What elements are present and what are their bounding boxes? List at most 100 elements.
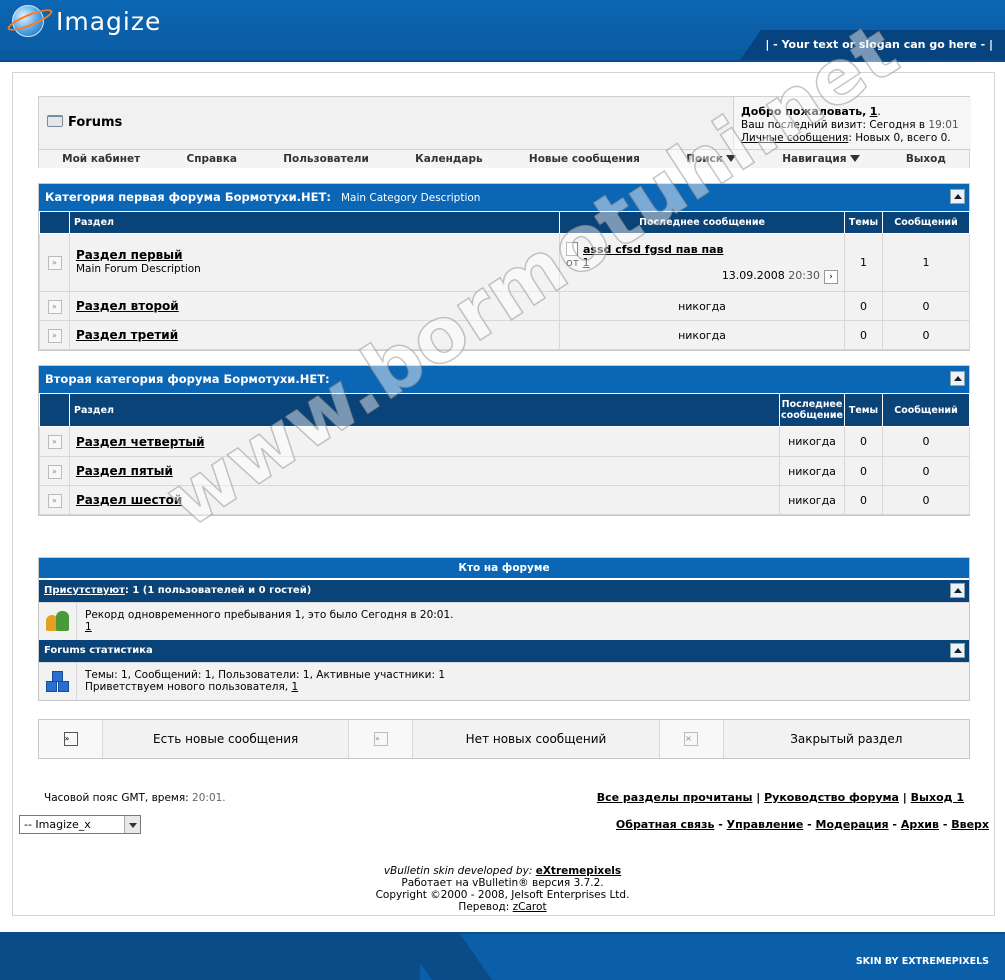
skin-credit-label: vBulletin skin developed by: <box>383 865 533 877</box>
forum-cell: Раздел третий <box>69 320 560 350</box>
new-posts-icon: » <box>63 732 78 746</box>
legend-new-posts: Есть новые сообщения <box>103 720 350 758</box>
nav-search[interactable]: Поиск <box>686 153 736 165</box>
collapse-icon[interactable] <box>950 189 965 204</box>
posts-count: 1 <box>882 233 970 292</box>
last-post-user-link[interactable]: 1 <box>583 256 590 269</box>
collapse-icon[interactable] <box>950 583 965 598</box>
nav-navigation[interactable]: Навигация <box>782 153 860 165</box>
forum-status-cell: » <box>39 320 70 350</box>
threads-count: 0 <box>844 320 883 350</box>
site-slogan: | - Your text or slogan can go here - | <box>765 38 993 51</box>
go-to-last-post-icon[interactable]: › <box>824 269 838 284</box>
column-header-icon <box>39 211 70 234</box>
mark-forums-read-link[interactable]: Все разделы прочитаны <box>597 791 753 804</box>
nav-logout[interactable]: Выход <box>906 153 946 165</box>
site-header: Imagize | - Your text or slogan can go h… <box>0 0 1005 62</box>
logout-link[interactable]: Выход 1 <box>911 791 964 804</box>
last-post-cell: никогда <box>559 320 845 350</box>
translation-label: Перевод: <box>458 901 510 913</box>
forum-rules-link[interactable]: Руководство форума <box>764 791 899 804</box>
collapse-icon[interactable] <box>950 371 965 386</box>
forum-stats-row: Темы: 1, Сообщений: 1, Пользователи: 1, … <box>39 662 969 700</box>
forum-cell: Раздел шестой <box>69 485 780 515</box>
translation-author-link[interactable]: zCarot <box>513 901 547 913</box>
whos-online-heading[interactable]: Кто на форуме <box>39 558 969 578</box>
admin-link[interactable]: Управление <box>727 818 804 831</box>
forum-status-cell: » <box>39 485 70 515</box>
table-row: » Раздел первый Main Forum Description a… <box>39 233 970 292</box>
online-record-text: Рекорд одновременного пребывания 1, это … <box>85 609 454 621</box>
page-title[interactable]: Forums <box>68 115 122 130</box>
nav-my-cabinet[interactable]: Мой кабинет <box>62 153 140 165</box>
private-messages-status: : Новых 0, всего 0. <box>848 132 951 144</box>
column-header-threads: Темы <box>844 211 883 234</box>
nav-members[interactable]: Пользователи <box>283 153 369 165</box>
last-post-cell: никогда <box>559 291 845 321</box>
powered-by-text: Работает на vBulletin® версия 3.7.2. <box>401 877 604 889</box>
site-logo-text[interactable]: Imagize <box>56 7 161 36</box>
forum-cell: Раздел четвертый <box>69 426 780 457</box>
private-messages-link[interactable]: Личные сообщения <box>741 132 848 144</box>
welcome-user-link[interactable]: 1 <box>870 105 878 118</box>
column-header-last-post-line2: сообщение <box>781 410 843 421</box>
forum-cell: Раздел пятый <box>69 456 780 486</box>
whos-online: Кто на форуме Присутствуют: 1 (1 пользов… <box>38 557 970 701</box>
forum-status-icon: » <box>47 493 62 508</box>
category-2-title[interactable]: Вторая категория форума Бормотухи.НЕТ: <box>45 372 330 386</box>
style-chooser-select[interactable]: -- Imagize_x <box>19 815 141 834</box>
welcome-greeting: Добро пожаловать, <box>741 105 867 118</box>
welcome-new-user-text: Приветствуем нового пользователя, <box>85 681 289 693</box>
posts-count: 0 <box>882 320 970 350</box>
threads-count: 0 <box>844 485 883 515</box>
table-row: » Раздел второй никогда 0 0 <box>39 291 970 321</box>
last-visit-time: 19:01 <box>928 119 959 131</box>
copyright-block: vBulletin skin developed by: eXtremepixe… <box>0 865 1005 913</box>
forum-stats-content: Темы: 1, Сообщений: 1, Пользователи: 1, … <box>77 663 453 700</box>
forum-stats-text: Темы: 1, Сообщений: 1, Пользователи: 1, … <box>85 669 446 681</box>
forum-link[interactable]: Раздел шестой <box>76 493 182 507</box>
column-header-posts: Сообщений <box>882 393 970 427</box>
last-post-title-link[interactable]: assd cfsd fgsd пав пав <box>583 243 724 256</box>
column-header-last-post: Последнее сообщение <box>559 211 845 234</box>
chevron-down-icon <box>725 155 736 162</box>
legend-icon-cell: × <box>659 720 724 758</box>
forum-link[interactable]: Раздел первый <box>76 248 183 262</box>
back-to-top-link[interactable]: Вверх <box>951 818 989 831</box>
posts-count: 0 <box>882 485 970 515</box>
closed-forum-icon: × <box>684 732 699 746</box>
online-present-text: : 1 (1 пользователей и 0 гостей) <box>124 585 312 596</box>
chevron-down-icon <box>849 155 860 162</box>
navbar: Forums Добро пожаловать, 1. Ваш последни… <box>38 96 971 168</box>
online-user-link[interactable]: 1 <box>85 621 92 633</box>
category-1-header: Категория первая форума Бормотухи.НЕТ: Ma… <box>39 184 969 211</box>
category-1-title[interactable]: Категория первая форума Бормотухи.НЕТ: <box>45 190 331 204</box>
chevron-down-icon[interactable] <box>124 816 140 833</box>
breadcrumb: Forums <box>47 115 122 130</box>
legend-closed: Закрытый раздел <box>790 732 903 746</box>
column-header-forum: Раздел <box>69 211 560 234</box>
nav-navigation-label: Навигация <box>782 153 847 165</box>
table-row: » Раздел шестой никогда 0 0 <box>39 485 970 515</box>
nav-help[interactable]: Справка <box>186 153 236 165</box>
skin-author-link[interactable]: eXtremepixels <box>536 865 621 877</box>
table-row: » Раздел четвертый никогда 0 0 <box>39 426 970 457</box>
archive-link[interactable]: Архив <box>901 818 939 831</box>
contact-us-link[interactable]: Обратная связь <box>616 818 715 831</box>
forum-link[interactable]: Раздел пятый <box>76 464 173 478</box>
posts-count: 0 <box>882 456 970 486</box>
nav-calendar[interactable]: Календарь <box>415 153 482 165</box>
forum-link[interactable]: Раздел третий <box>76 328 178 342</box>
newest-user-link[interactable]: 1 <box>291 681 298 693</box>
collapse-icon[interactable] <box>950 643 965 658</box>
moderation-link[interactable]: Модерация <box>816 818 889 831</box>
forum-link[interactable]: Раздел четвертый <box>76 435 205 449</box>
threads-count: 0 <box>844 456 883 486</box>
forum-status-cell: » <box>39 233 70 292</box>
online-present-link[interactable]: Присутствуют <box>44 585 125 596</box>
last-post-cell: никогда <box>779 426 845 457</box>
forum-link[interactable]: Раздел второй <box>76 299 179 313</box>
footer-dark-band <box>0 934 420 980</box>
forum-stats-icon-cell <box>39 663 77 700</box>
nav-new-posts[interactable]: Новые сообщения <box>529 153 640 165</box>
